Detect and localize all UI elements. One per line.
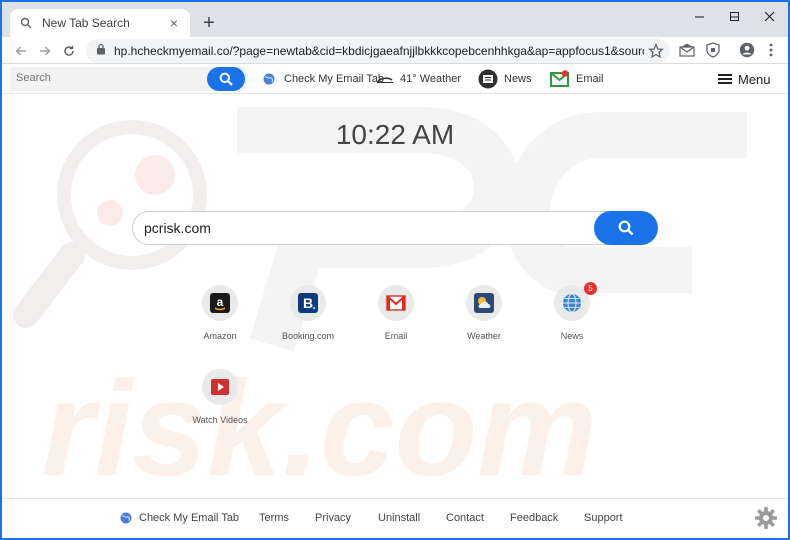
- booking-icon: B: [290, 285, 326, 321]
- news-icon: [478, 69, 498, 89]
- shield-extension-icon[interactable]: [704, 41, 722, 59]
- globe-icon: [120, 512, 132, 524]
- page-footer: Check My Email Tab Terms Privacy Uninsta…: [2, 498, 788, 538]
- url-text: hp.hcheckmyemail.co/?page=newtab&cid=kbd…: [114, 44, 644, 58]
- main-search-button[interactable]: [594, 211, 658, 245]
- search-icon: [18, 15, 34, 31]
- forward-arrow-icon[interactable]: [34, 40, 56, 62]
- header-link-check-email[interactable]: Check My Email Tab: [260, 69, 384, 89]
- browser-toolbar: hp.hcheckmyemail.co/?page=newtab&cid=kbd…: [2, 37, 788, 64]
- svg-text:risk.com: risk.com: [42, 353, 597, 498]
- header-link-weather[interactable]: 41° Weather: [376, 69, 461, 89]
- footer-link-uninstall[interactable]: Uninstall: [378, 512, 420, 524]
- svg-text:B: B: [303, 295, 313, 311]
- globe-icon: [260, 70, 278, 88]
- back-arrow-icon[interactable]: [10, 40, 32, 62]
- new-tab-button[interactable]: +: [198, 12, 220, 34]
- browser-window: New Tab Search × + hp.hcheckmyemail.co/?…: [2, 2, 788, 538]
- minimize-window-button[interactable]: [681, 2, 717, 30]
- gear-icon[interactable]: [754, 506, 778, 530]
- footer-brand-link[interactable]: Check My Email Tab: [120, 512, 239, 524]
- header-link-email[interactable]: Email: [550, 69, 604, 89]
- tile-label: Amazon: [203, 331, 237, 341]
- main-search-input[interactable]: [132, 211, 632, 245]
- browser-tab[interactable]: New Tab Search ×: [10, 9, 190, 37]
- tile-label: Booking.com: [281, 331, 335, 341]
- svg-text:a: a: [217, 295, 224, 309]
- footer-link-support[interactable]: Support: [584, 512, 623, 524]
- menu-label: Menu: [738, 71, 771, 87]
- menu-button[interactable]: Menu: [718, 69, 771, 89]
- header-link-label: 41° Weather: [400, 73, 462, 85]
- weather-icon: [376, 70, 394, 88]
- tab-close-button[interactable]: ×: [166, 15, 182, 31]
- tab-strip: New Tab Search × +: [2, 2, 788, 37]
- tile-label: News: [560, 331, 584, 341]
- email-extension-icon[interactable]: [678, 41, 696, 59]
- lock-icon: [96, 42, 106, 60]
- header-search-button[interactable]: [207, 67, 245, 91]
- clock-display: 10:22 AM: [335, 119, 455, 150]
- header-link-label: News: [504, 73, 532, 85]
- header-link-label: Email: [576, 73, 604, 85]
- tile-label: Watch Videos: [192, 415, 248, 425]
- footer-link-privacy[interactable]: Privacy: [315, 512, 351, 524]
- tile-weather[interactable]: Weather: [444, 285, 524, 355]
- reload-icon[interactable]: [58, 40, 80, 62]
- profile-avatar-icon[interactable]: [738, 41, 756, 59]
- search-icon: [618, 220, 634, 236]
- tile-booking[interactable]: B Booking.com: [268, 285, 348, 355]
- tile-label: Email: [384, 331, 408, 341]
- footer-link-feedback[interactable]: Feedback: [510, 512, 558, 524]
- search-icon: [219, 72, 233, 86]
- main-search: [132, 211, 658, 245]
- email-icon: [550, 69, 570, 89]
- footer-link-contact[interactable]: Contact: [446, 512, 484, 524]
- tile-watch-videos[interactable]: Watch Videos: [180, 369, 260, 439]
- header-link-label: Check My Email Tab: [284, 73, 385, 85]
- footer-brand-label: Check My Email Tab: [139, 512, 240, 524]
- hamburger-icon: [718, 73, 732, 85]
- main-content: risk.com 10:22 AM a Amazon B Booking.com: [2, 95, 788, 498]
- youtube-icon: [202, 369, 238, 405]
- tile-news[interactable]: 5 News: [532, 282, 612, 355]
- header-search-input[interactable]: [16, 72, 196, 84]
- tab-title: New Tab Search: [42, 16, 130, 30]
- gmail-icon: [378, 285, 414, 321]
- close-window-button[interactable]: [751, 2, 787, 30]
- address-bar[interactable]: hp.hcheckmyemail.co/?page=newtab&cid=kbd…: [86, 39, 670, 63]
- amazon-icon: a: [202, 285, 238, 321]
- notification-badge: 5: [584, 282, 597, 295]
- tile-email[interactable]: Email: [356, 285, 436, 355]
- tile-amazon[interactable]: a Amazon: [180, 285, 260, 355]
- more-options-icon[interactable]: [762, 41, 780, 59]
- footer-link-terms[interactable]: Terms: [259, 512, 289, 524]
- header-link-news[interactable]: News: [478, 69, 532, 89]
- bookmark-star-icon[interactable]: [647, 42, 665, 59]
- maximize-button[interactable]: [716, 2, 752, 30]
- page-header: Check My Email Tab 41° Weather News Emai…: [2, 64, 788, 94]
- tile-label: Weather: [467, 331, 501, 341]
- weather-tile-icon: [466, 285, 502, 321]
